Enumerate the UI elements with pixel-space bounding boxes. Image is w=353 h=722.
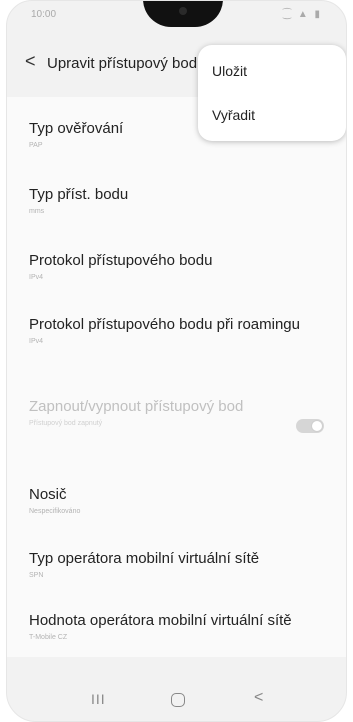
setting-roaming-protocol[interactable]: Protokol přístupového bodu při roamingu …	[29, 315, 306, 345]
status-bar: 10:00 ⁐ ▲ ▮	[7, 7, 346, 27]
setting-value: PAP	[29, 142, 43, 149]
status-time: 10:00	[31, 9, 57, 20]
setting-title: Protokol přístupového bodu	[29, 252, 213, 269]
setting-bearer[interactable]: Nosič Nespecifikováno	[29, 485, 328, 515]
screen-title: Upravit přístupový bod	[47, 55, 198, 72]
setting-value: IPv4	[29, 338, 44, 345]
setting-title: Typ příst. bodu	[29, 186, 129, 203]
setting-apn-toggle[interactable]: Zapnout/vypnout přístupový bod Přístupov…	[29, 397, 276, 427]
back-nav-icon[interactable]: <	[254, 689, 263, 707]
settings-list: Typ ověřování PAP Typ příst. bodu mms Pr…	[7, 97, 346, 657]
setting-mvno-type[interactable]: Typ operátora mobilní virtuální sítě SPN	[29, 549, 328, 579]
setting-apn-protocol[interactable]: Protokol přístupového bodu IPv4	[29, 251, 328, 281]
setting-value: T-Mobile CZ	[29, 634, 68, 641]
setting-value: SPN	[29, 572, 44, 579]
setting-mvno-value[interactable]: Hodnota operátora mobilní virtuální sítě…	[29, 611, 316, 641]
setting-title: Zapnout/vypnout přístupový bod	[29, 398, 244, 415]
setting-apn-type[interactable]: Typ příst. bodu mms	[29, 185, 328, 215]
setting-title: Hodnota operátora mobilní virtuální sítě	[29, 612, 292, 629]
setting-title: Nosič	[29, 486, 67, 503]
toggle-knob	[311, 420, 323, 432]
setting-value: IPv4	[29, 274, 44, 281]
setting-value: Nespecifikováno	[29, 508, 81, 515]
setting-value: mms	[29, 208, 45, 215]
menu-item-discard[interactable]: Vyřadit	[212, 107, 255, 123]
recent-apps-icon[interactable]: III	[91, 691, 106, 707]
status-icons: ⁐ ▲ ▮	[283, 9, 322, 20]
setting-title: Typ operátora mobilní virtuální sítě	[29, 550, 260, 567]
setting-value: Přístupový bod zapnutý	[29, 420, 103, 427]
menu-item-save[interactable]: Uložit	[212, 63, 247, 79]
phone-screen: 10:00 ⁐ ▲ ▮ < Upravit přístupový bod Typ…	[6, 0, 347, 722]
apn-toggle-switch[interactable]	[296, 419, 324, 433]
overflow-menu: Uložit Vyřadit	[198, 45, 346, 141]
navigation-bar: III <	[7, 681, 346, 721]
back-icon[interactable]: <	[25, 51, 36, 72]
setting-title: Protokol přístupového bodu při roamingu	[29, 316, 300, 333]
home-icon[interactable]	[171, 693, 185, 707]
